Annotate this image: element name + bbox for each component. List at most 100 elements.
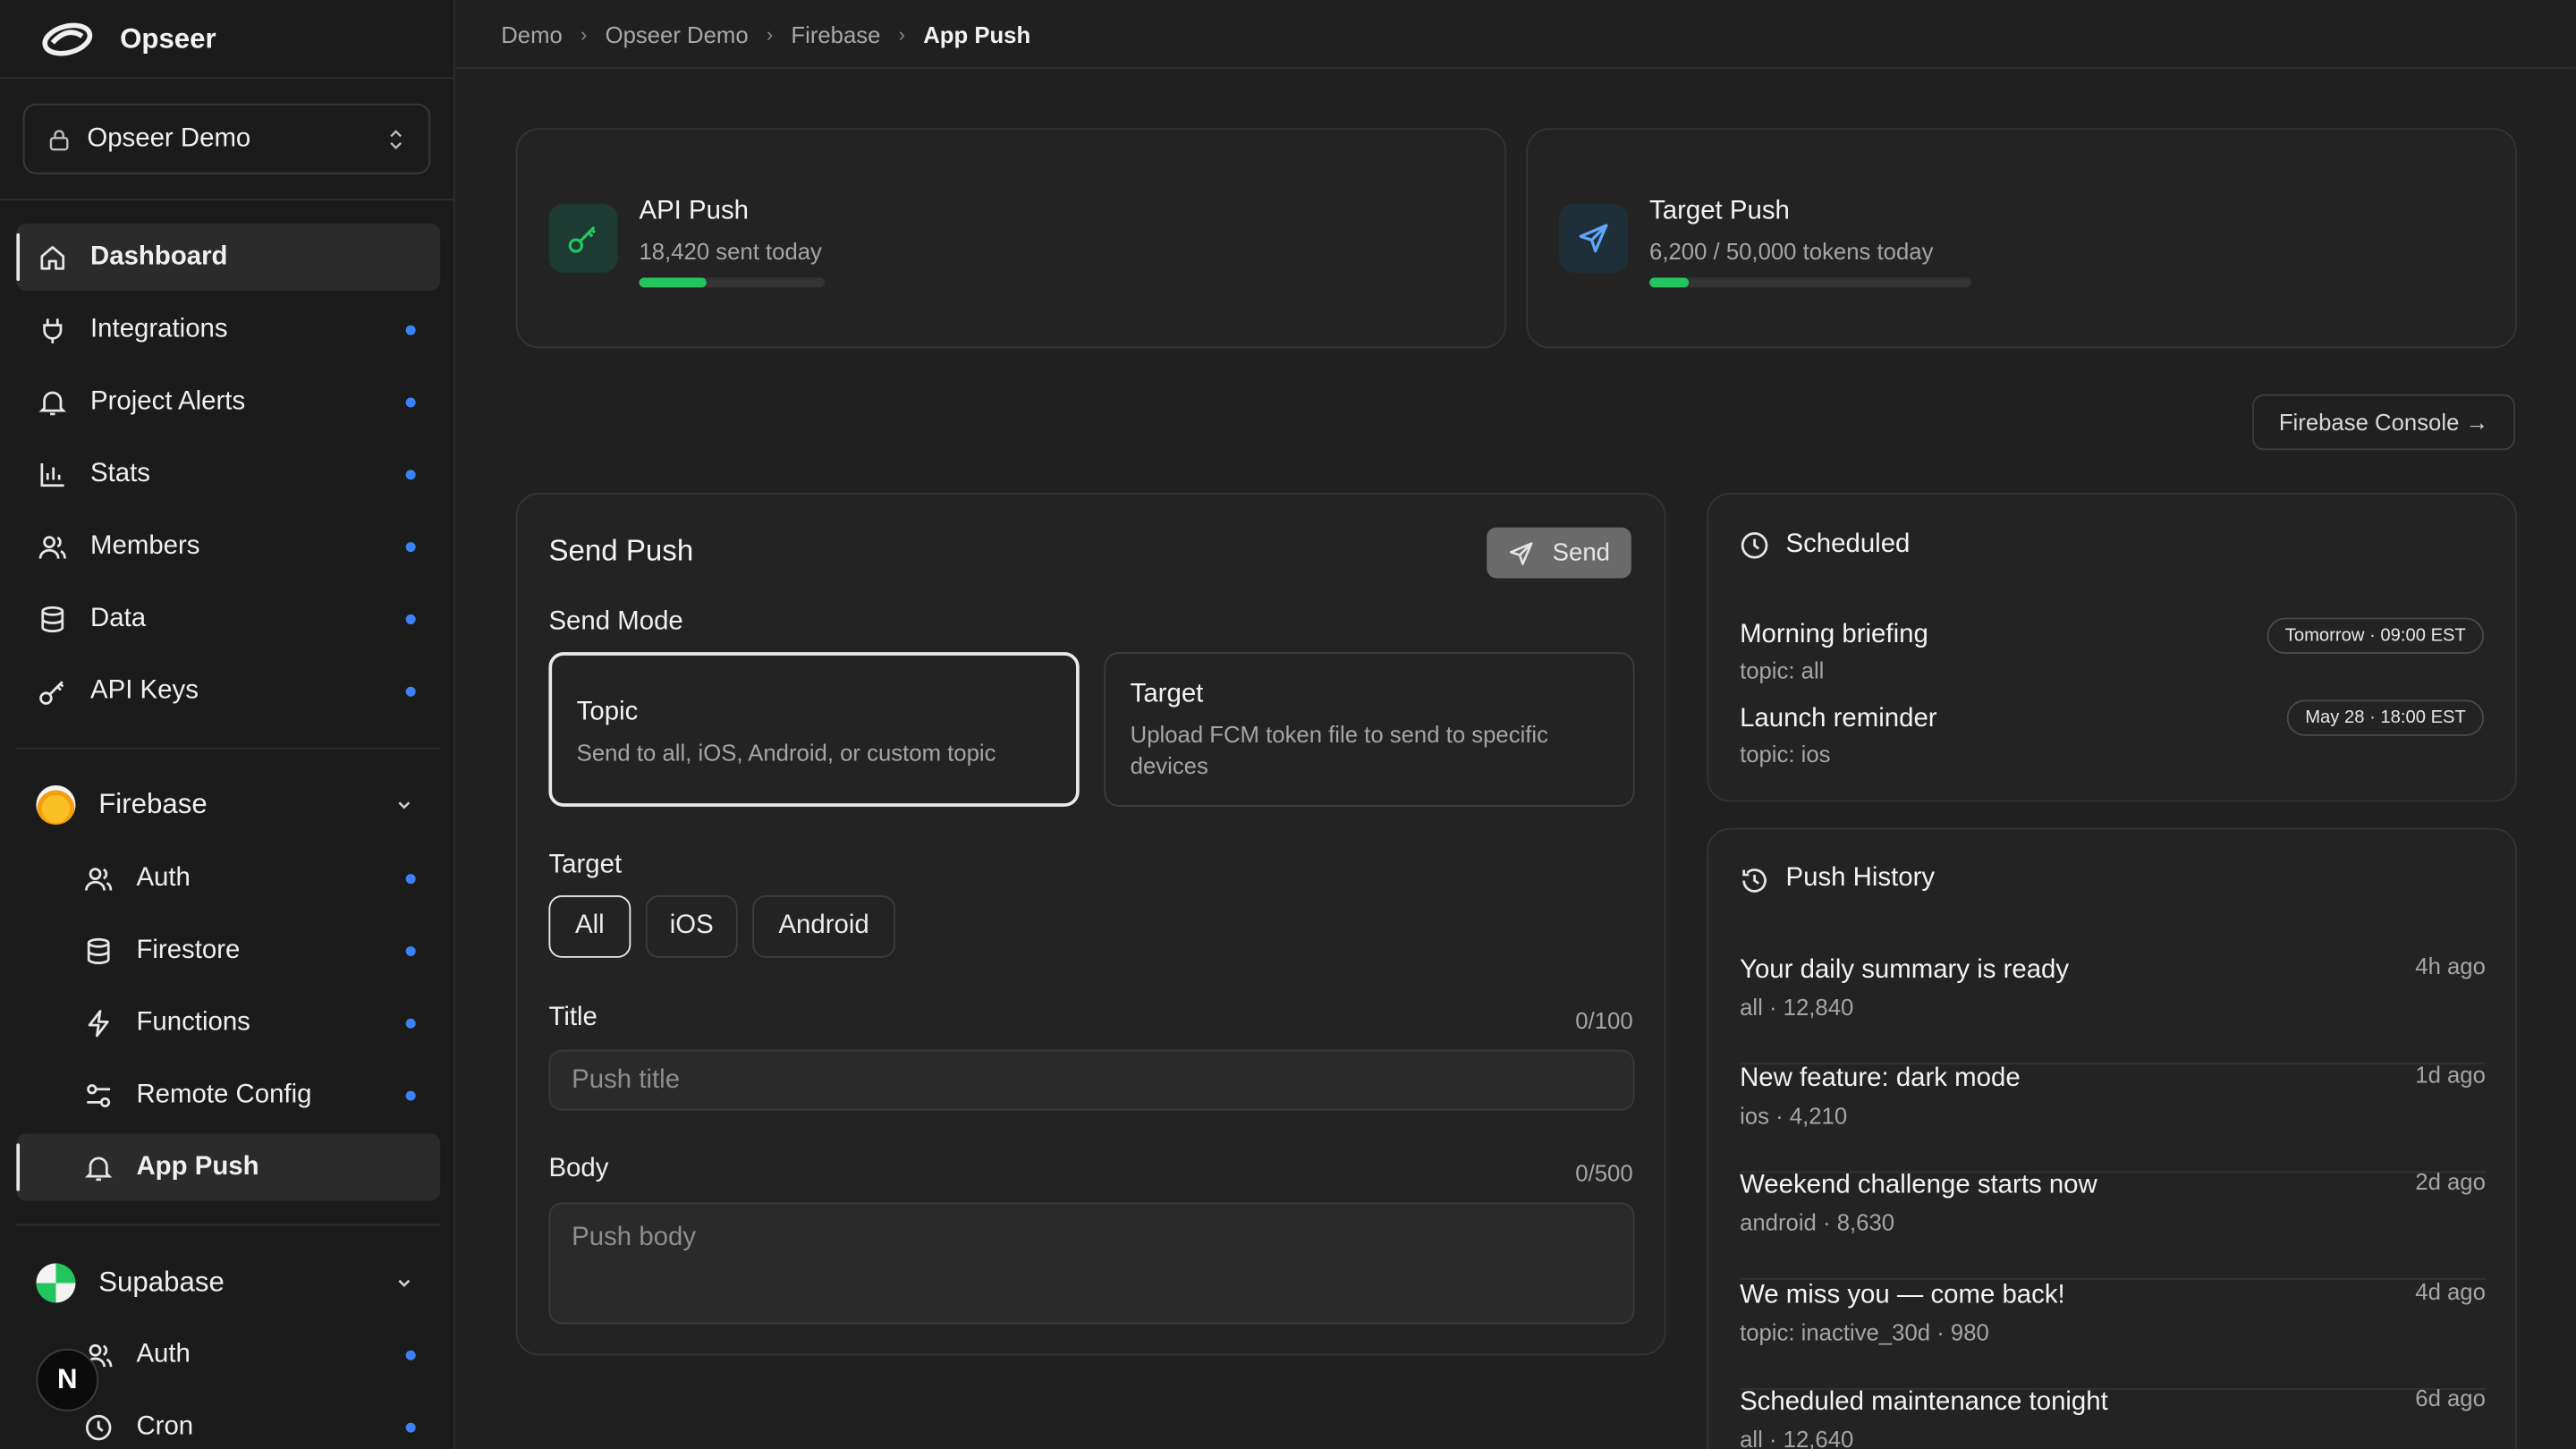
sidebar-item-data[interactable]: Data: [16, 585, 440, 652]
panel-title: Scheduled: [1785, 530, 1911, 559]
progress-fill: [639, 277, 707, 288]
history-row[interactable]: We miss you — come back! topic: inactive…: [1740, 1278, 2486, 1390]
mode-description: Send to all, iOS, Android, or custom top…: [576, 739, 996, 766]
project-selector[interactable]: Opseer Demo: [22, 103, 431, 174]
target-label: Target: [548, 851, 623, 879]
schedule-time-badge: May 28 · 18:00 EST: [2287, 699, 2485, 736]
progress-fill: [1649, 277, 1690, 288]
title-input[interactable]: Push title: [548, 1049, 1635, 1111]
firebase-console-button[interactable]: Firebase Console →: [2252, 394, 2515, 451]
target-chip-android[interactable]: Android: [752, 895, 896, 958]
project-name: Opseer Demo: [87, 123, 251, 152]
mode-description: Upload FCM token file to send to specifi…: [1130, 721, 1549, 779]
status-dot: [405, 324, 416, 335]
scheduled-item-sub: topic: ios: [1740, 741, 1831, 767]
history-row[interactable]: Your daily summary is ready all · 12,840…: [1740, 953, 2486, 1065]
sidebar-item-integrations[interactable]: Integrations: [16, 296, 440, 363]
sidebar-item-firebase-auth[interactable]: Auth: [16, 844, 440, 911]
history-title: We miss you — come back!: [1740, 1281, 2065, 1309]
body-textarea[interactable]: Push body: [548, 1202, 1635, 1325]
history-sub: android · 8,630: [1740, 1208, 1895, 1236]
status-dot: [405, 873, 416, 884]
scheduled-item-title[interactable]: Launch reminder: [1740, 705, 1937, 734]
panel-title: Send Push: [548, 533, 694, 567]
title-label: Title: [548, 1004, 597, 1032]
send-label: Send: [1552, 538, 1610, 567]
group-label: Firebase: [98, 788, 208, 820]
target-push-card: Target Push 6,200 / 50,000 tokens today: [1526, 128, 2517, 349]
plug-icon: [43, 318, 63, 343]
breadcrumb: Demo › Opseer Demo › Firebase › App Push: [454, 0, 2576, 70]
sliders-icon: [87, 1083, 111, 1107]
sidebar-item-label: Auth: [136, 863, 191, 892]
history-sub: topic: inactive_30d · 980: [1740, 1318, 1989, 1346]
breadcrumb-item[interactable]: Firebase: [791, 21, 880, 47]
brand[interactable]: Opseer: [0, 0, 453, 80]
group-label: Supabase: [98, 1267, 225, 1298]
sidebar: Opseer Opseer Demo Dashboard Integration…: [0, 0, 455, 1449]
chevron-down-icon: [398, 1279, 411, 1288]
target-chip-all[interactable]: All: [548, 895, 631, 958]
status-dot: [405, 396, 416, 407]
sidebar-item-label: Remote Config: [136, 1080, 312, 1108]
avatar[interactable]: N: [36, 1348, 99, 1411]
stat-subtitle: 18,420 sent today: [639, 238, 822, 265]
sidebar-item-label: Stats: [90, 459, 151, 487]
history-time: 2d ago: [2415, 1167, 2486, 1195]
sidebar-item-dashboard[interactable]: Dashboard: [16, 223, 441, 292]
lock-icon: [49, 129, 69, 150]
history-title: Your daily summary is ready: [1740, 955, 2070, 985]
users-icon: [38, 535, 66, 558]
database-icon: [87, 936, 110, 964]
firebase-icon: [36, 784, 76, 826]
clock-icon: [85, 1413, 112, 1440]
sidebar-item-app-push[interactable]: App Push: [16, 1133, 441, 1201]
history-row[interactable]: New feature: dark mode ios · 4,210 1d ag…: [1740, 1062, 2486, 1174]
sidebar-item-functions[interactable]: Functions: [16, 989, 440, 1056]
opseer-logo-icon: [42, 21, 93, 55]
mode-target-option[interactable]: Target Upload FCM token file to send to …: [1104, 652, 1635, 807]
sidebar-item-label: Auth: [136, 1339, 191, 1368]
target-chip-ios[interactable]: iOS: [645, 895, 738, 958]
bar-chart-icon: [40, 462, 64, 487]
sidebar-item-project-alerts[interactable]: Project Alerts: [16, 368, 440, 435]
status-dot: [405, 685, 416, 696]
sidebar-item-label: Members: [90, 531, 200, 560]
mode-title: Topic: [576, 698, 639, 726]
sidebar-item-members[interactable]: Members: [16, 513, 440, 580]
sidebar-item-label: Dashboard: [90, 242, 228, 271]
scheduled-item-title[interactable]: Morning briefing: [1740, 621, 1928, 650]
breadcrumb-item[interactable]: Demo: [501, 21, 563, 47]
sidebar-item-stats[interactable]: Stats: [16, 440, 440, 507]
group-supabase[interactable]: Supabase: [16, 1247, 440, 1319]
sidebar-item-label: Firestore: [136, 936, 241, 964]
status-dot: [405, 1089, 416, 1100]
sidebar-item-label: Project Alerts: [90, 386, 246, 415]
history-title: Weekend challenge starts now: [1740, 1171, 2097, 1199]
breadcrumb-item[interactable]: Opseer Demo: [606, 21, 749, 47]
divider: [16, 1224, 441, 1226]
history-time: 4h ago: [2415, 953, 2486, 979]
history-sub: ios · 4,210: [1740, 1102, 1848, 1129]
group-firebase[interactable]: Firebase: [16, 769, 440, 842]
mode-topic-option[interactable]: Topic Send to all, iOS, Android, or cust…: [548, 652, 1080, 807]
status-dot: [405, 614, 416, 624]
panel-title: Push History: [1785, 864, 1936, 893]
history-row[interactable]: Scheduled maintenance tonight all · 12,6…: [1740, 1385, 2486, 1449]
supabase-icon: [36, 1263, 76, 1303]
sidebar-item-label: Data: [90, 603, 147, 632]
chevron-right-icon: ›: [580, 21, 588, 46]
history-row[interactable]: Weekend challenge starts now android · 8…: [1740, 1168, 2486, 1280]
send-button[interactable]: Send: [1487, 527, 1631, 579]
body-counter: 0/500: [1575, 1159, 1633, 1187]
chevron-down-icon: [398, 801, 411, 809]
schedule-time-badge: Tomorrow · 09:00 EST: [2267, 617, 2485, 655]
sidebar-item-firestore[interactable]: Firestore: [16, 917, 440, 984]
chevron-right-icon: ›: [898, 21, 905, 46]
stat-subtitle: 6,200 / 50,000 tokens today: [1649, 238, 1934, 265]
users-icon: [85, 867, 113, 890]
sidebar-item-remote-config[interactable]: Remote Config: [16, 1062, 440, 1129]
push-history-panel: Push History Your daily summary is ready…: [1707, 827, 2517, 1449]
send-push-panel: Send Push Send Send Mode Topic Send to a…: [515, 493, 1666, 1356]
sidebar-item-api-keys[interactable]: API Keys: [16, 657, 440, 724]
